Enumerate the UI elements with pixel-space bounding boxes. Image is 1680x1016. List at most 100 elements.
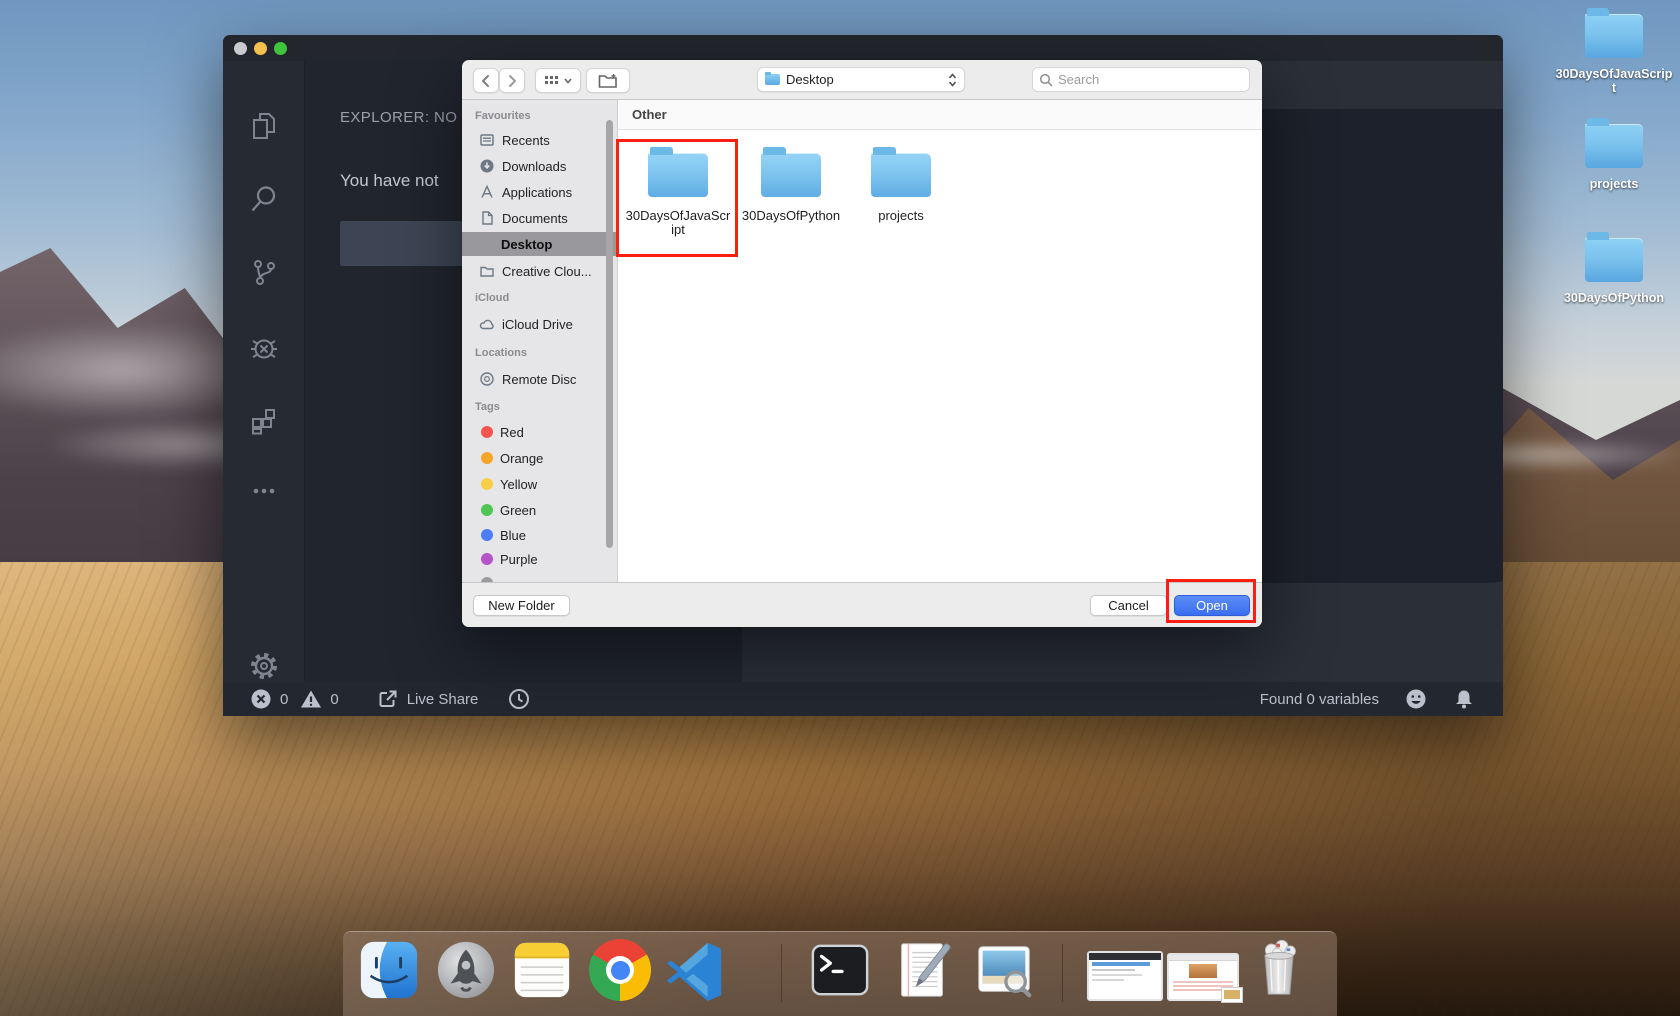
warnings-icon[interactable]: [300, 688, 322, 710]
new-folder-toolbar-button[interactable]: [586, 68, 630, 93]
dock-separator: [781, 944, 782, 1002]
dock-trash-icon[interactable]: [1249, 935, 1311, 997]
sidebar-tag-red[interactable]: Red: [462, 420, 618, 444]
dock-launchpad-icon[interactable]: [435, 939, 497, 1001]
close-button[interactable]: [234, 42, 247, 55]
group-header-label: Other: [632, 107, 667, 122]
sidebar-item-applications[interactable]: Applications: [462, 180, 618, 204]
folder-icon: [871, 153, 931, 197]
chevron-left-icon: [483, 76, 488, 86]
sidebar-item-label: Remote Disc: [502, 372, 576, 387]
sidebar-item-label: Yellow: [500, 477, 537, 492]
sidebar-item-recents[interactable]: Recents: [462, 128, 618, 152]
clock-icon[interactable]: [508, 688, 530, 710]
folder-icon: [1585, 14, 1643, 58]
orange-tag-icon: [481, 452, 493, 464]
search-field[interactable]: [1032, 67, 1250, 92]
search-icon: [1039, 73, 1053, 87]
sidebar-item-downloads[interactable]: Downloads: [462, 154, 618, 178]
highlight-box-selected-folder: [616, 139, 738, 257]
live-share-icon[interactable]: [377, 688, 399, 710]
activity-bar: [223, 61, 305, 682]
sidebar-header-tags: Tags: [475, 401, 500, 417]
search-icon[interactable]: [249, 184, 279, 214]
yellow-tag-icon: [481, 478, 493, 490]
dock-notes-icon[interactable]: [511, 939, 573, 1001]
sidebar-item-label: Downloads: [502, 159, 566, 174]
sidebar-item-label: Blue: [500, 528, 526, 543]
folder-icon: [765, 74, 780, 85]
desktop-icon-label: 30DaysOfPython: [1554, 291, 1674, 305]
settings-gear-icon[interactable]: [249, 651, 279, 681]
sidebar-item-label: Creative Clou...: [502, 264, 592, 279]
dock-minimized-window-code[interactable]: [1087, 951, 1163, 1001]
sidebar-item-documents[interactable]: Documents: [462, 206, 618, 230]
dock-chrome-icon[interactable]: [589, 939, 651, 1001]
desktop-icon-label: projects: [1554, 177, 1674, 191]
sidebar-tag-orange[interactable]: Orange: [462, 446, 618, 470]
file-item-30daysofpython[interactable]: 30DaysOfPython: [735, 142, 847, 223]
file-name: projects: [845, 209, 957, 223]
cloud-icon: [479, 316, 495, 332]
dock-vscode-icon[interactable]: [664, 939, 726, 1001]
forward-button[interactable]: [499, 68, 525, 93]
dock-finder-icon[interactable]: [358, 939, 420, 1001]
sidebar-item-creative-cloud[interactable]: Creative Clou...: [462, 259, 618, 283]
dock-textedit-icon[interactable]: [891, 939, 953, 1001]
errors-count: 0: [280, 691, 288, 708]
recents-icon: [479, 132, 495, 148]
explorer-icon[interactable]: [249, 111, 279, 141]
errors-icon[interactable]: [250, 688, 272, 710]
sidebar-tag-yellow[interactable]: Yellow: [462, 472, 618, 496]
sidebar-item-label: Recents: [502, 133, 550, 148]
dock-terminal-icon[interactable]: [809, 939, 871, 1001]
sidebar-tag-partial[interactable]: [462, 571, 618, 582]
location-dropdown[interactable]: Desktop: [757, 67, 965, 92]
dock-separator: [1062, 944, 1063, 1002]
debug-icon[interactable]: [249, 333, 279, 363]
found-variables-text: Found 0 variables: [1260, 691, 1379, 708]
sidebar-item-label: Applications: [502, 185, 572, 200]
sidebar-tag-purple[interactable]: Purple: [462, 547, 618, 571]
window-titlebar[interactable]: [223, 35, 1503, 61]
minimize-button[interactable]: [254, 42, 267, 55]
sidebar-tag-green[interactable]: Green: [462, 498, 618, 522]
sidebar-item-remote-disc[interactable]: Remote Disc: [462, 367, 618, 391]
live-share-label[interactable]: Live Share: [407, 691, 479, 708]
file-item-projects[interactable]: projects: [845, 142, 957, 223]
more-icon[interactable]: [249, 476, 279, 506]
red-tag-icon: [481, 426, 493, 438]
blue-tag-icon: [481, 529, 493, 541]
new-folder-icon: [598, 73, 618, 89]
disc-icon: [479, 371, 495, 387]
feedback-smiley-icon[interactable]: [1405, 688, 1427, 710]
notifications-bell-icon[interactable]: [1453, 688, 1475, 710]
sidebar-item-icloud-drive[interactable]: iCloud Drive: [462, 312, 618, 336]
view-options-button[interactable]: [535, 68, 581, 93]
applications-icon: [479, 184, 495, 200]
sidebar-item-desktop-selected[interactable]: Desktop: [462, 232, 618, 256]
zoom-button[interactable]: [274, 42, 287, 55]
sidebar-scrollbar[interactable]: [606, 120, 613, 548]
chevron-down-icon: [564, 78, 572, 84]
desktop: 30DaysOfJavaScript projects 30DaysOfPyth…: [0, 0, 1680, 1016]
dock-minimized-window-browser[interactable]: [1167, 953, 1239, 1001]
dock-preview-icon[interactable]: [973, 939, 1035, 1001]
grid-view-icon: [545, 75, 560, 86]
desktop-icon-projects[interactable]: projects: [1554, 124, 1674, 191]
extensions-icon[interactable]: [249, 406, 279, 436]
sidebar-tag-blue[interactable]: Blue: [462, 523, 618, 547]
desktop-icon-30daysofpython[interactable]: 30DaysOfPython: [1554, 238, 1674, 305]
folder-icon: [1585, 124, 1643, 168]
sidebar-item-label: Green: [500, 503, 536, 518]
cancel-button[interactable]: Cancel: [1090, 595, 1167, 616]
new-folder-button[interactable]: New Folder: [473, 595, 570, 616]
back-button[interactable]: [473, 68, 499, 93]
finder-open-dialog: Desktop Favourites Recents Downloa: [462, 60, 1262, 627]
sidebar-header-icloud: iCloud: [475, 292, 509, 308]
desktop-icon-30daysofjavascript[interactable]: 30DaysOfJavaScript: [1554, 14, 1674, 96]
status-bar: 0 0 Live Share Found 0 variables: [223, 682, 1503, 716]
search-input[interactable]: [1058, 72, 1228, 87]
source-control-icon[interactable]: [249, 257, 279, 287]
sidebar-item-label: Orange: [500, 451, 543, 466]
